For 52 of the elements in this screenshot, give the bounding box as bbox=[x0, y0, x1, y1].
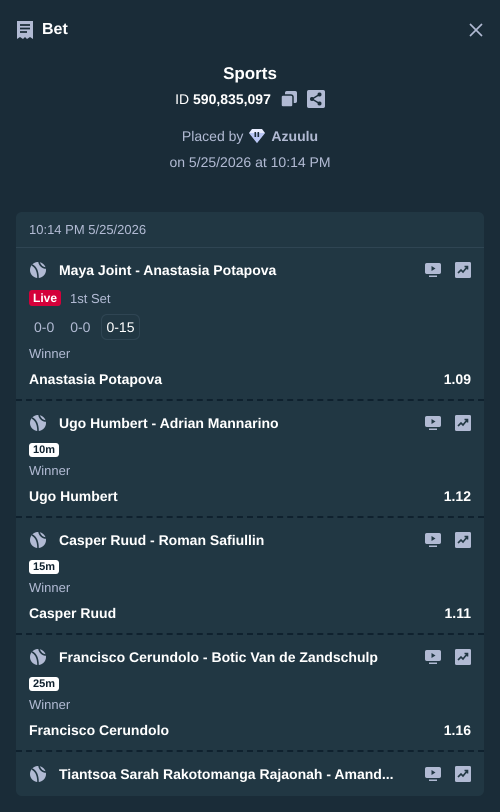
diamond-icon bbox=[248, 128, 266, 144]
event-name[interactable]: Maya Joint - Anastasia Potapova bbox=[59, 262, 411, 278]
match-period: 1st Set bbox=[70, 290, 110, 306]
odds: 1.11 bbox=[444, 605, 471, 621]
panel-title: Bet bbox=[42, 21, 68, 39]
tennis-ball-icon bbox=[29, 765, 47, 783]
odds: 1.09 bbox=[444, 371, 471, 387]
live-stream-button[interactable] bbox=[425, 766, 441, 782]
score: 0-0 bbox=[33, 318, 56, 337]
share-button[interactable] bbox=[306, 90, 325, 108]
market-name: Winner bbox=[29, 580, 72, 595]
tennis-ball-icon bbox=[29, 648, 47, 666]
selection-name: Casper Ruud bbox=[29, 605, 116, 621]
live-stream-button[interactable] bbox=[425, 262, 441, 278]
tennis-ball-icon bbox=[29, 261, 47, 279]
live-stream-button[interactable] bbox=[425, 649, 441, 665]
placed-by-label: Placed by bbox=[182, 128, 244, 144]
event-name[interactable]: Tiantsoa Sarah Rakotomanga Rajaonah - Amand... bbox=[59, 766, 411, 782]
live-badge: Live bbox=[29, 290, 62, 306]
tennis-ball-icon bbox=[29, 531, 47, 549]
event-name[interactable]: Casper Ruud - Roman Safiullin bbox=[59, 532, 411, 548]
odds: 1.12 bbox=[444, 488, 471, 504]
score: 0-15 bbox=[101, 314, 140, 340]
stats-button[interactable] bbox=[455, 649, 471, 665]
selection-name: Ugo Humbert bbox=[29, 488, 118, 504]
live-stream-button[interactable] bbox=[425, 415, 441, 431]
market-name: Winner bbox=[29, 463, 72, 478]
odds: 1.16 bbox=[444, 722, 471, 738]
score: 0-0 bbox=[69, 318, 92, 337]
stats-button[interactable] bbox=[455, 262, 471, 278]
copy-button[interactable] bbox=[280, 90, 298, 108]
start-time-badge: 15m bbox=[29, 560, 60, 574]
event-name[interactable]: Ugo Humbert - Adrian Mannarino bbox=[59, 415, 411, 431]
bet-category: Sports bbox=[223, 64, 277, 84]
close-button[interactable] bbox=[468, 22, 484, 38]
placed-date: on 5/25/2026 at 10:14 PM bbox=[169, 154, 331, 170]
event-name[interactable]: Francisco Cerundolo - Botic Van de Zandschulp bbox=[59, 649, 411, 665]
start-time-badge: 25m bbox=[29, 677, 60, 691]
bet-timestamp: 10:14 PM 5/25/2026 bbox=[16, 212, 484, 248]
selection-name: Anastasia Potapova bbox=[29, 371, 162, 387]
stats-button[interactable] bbox=[455, 415, 471, 431]
market-name: Winner bbox=[29, 697, 72, 712]
stats-button[interactable] bbox=[455, 766, 471, 782]
selection-name: Francisco Cerundolo bbox=[29, 722, 170, 738]
live-stream-button[interactable] bbox=[425, 532, 441, 548]
start-time-badge: 10m bbox=[29, 443, 60, 457]
username: Azuulu bbox=[271, 128, 318, 144]
receipt-icon bbox=[16, 20, 34, 40]
market-name: Winner bbox=[29, 346, 72, 361]
stats-button[interactable] bbox=[455, 532, 471, 548]
bet-id: ID 590,835,097 bbox=[175, 91, 271, 107]
tennis-ball-icon bbox=[29, 414, 47, 432]
